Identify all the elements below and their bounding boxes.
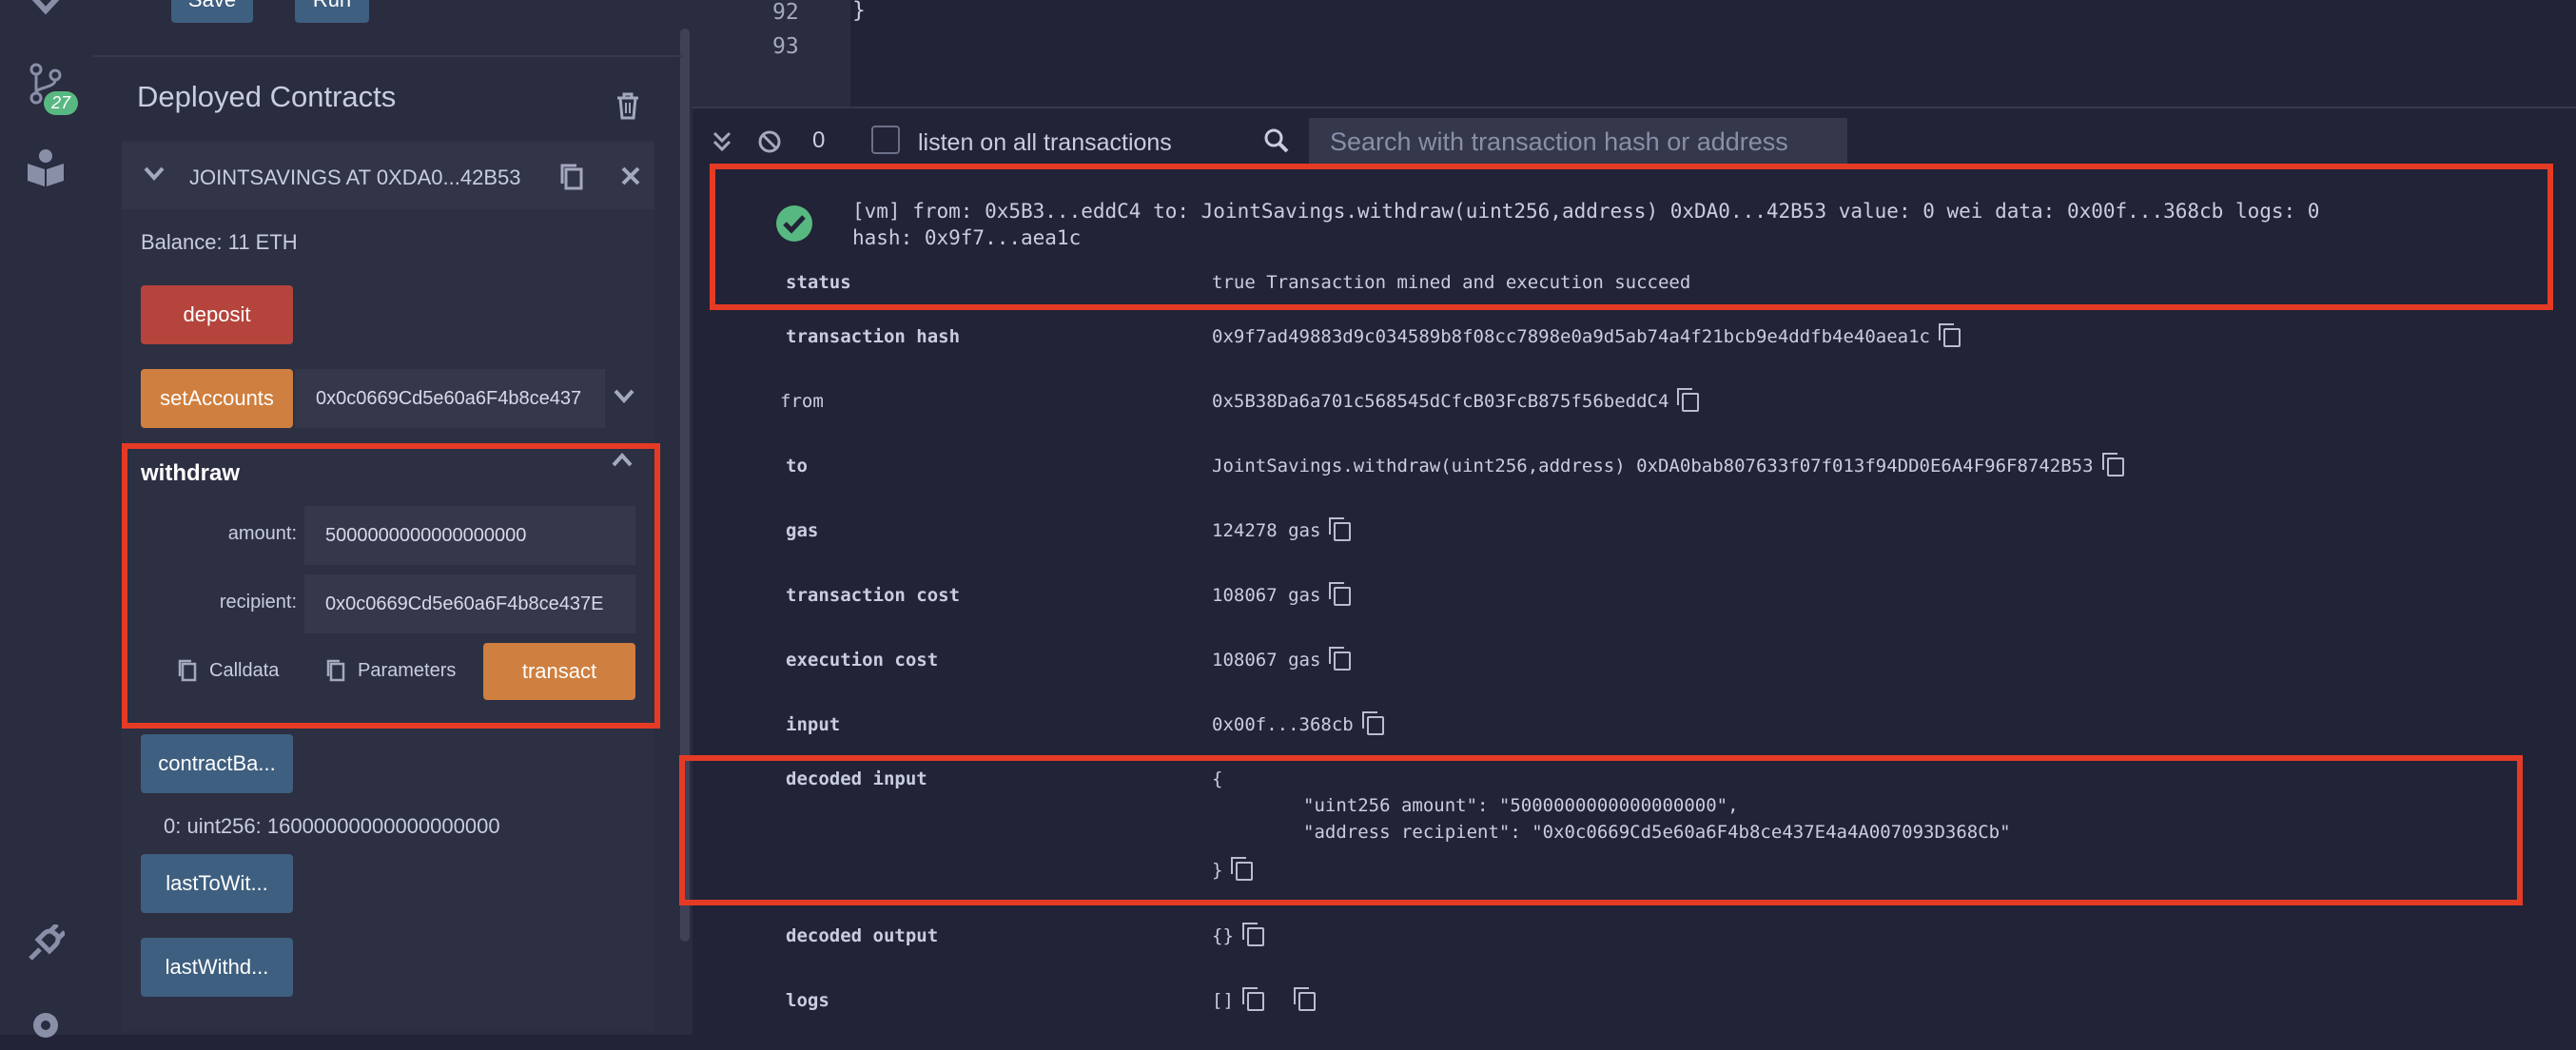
- copy-icon[interactable]: [1293, 986, 1316, 1011]
- copy-icon[interactable]: [1938, 322, 1961, 347]
- clear-console-icon[interactable]: [757, 129, 782, 159]
- run-button[interactable]: Run: [295, 0, 369, 23]
- copy-icon[interactable]: [1361, 710, 1384, 735]
- book-icon[interactable]: [21, 143, 70, 192]
- chevron-down-icon[interactable]: [21, 0, 70, 29]
- deposit-button[interactable]: deposit: [141, 285, 293, 344]
- line-number: 92: [772, 0, 799, 25]
- copy-icon[interactable]: [1329, 581, 1352, 606]
- contract-balance-button[interactable]: contractBa...: [141, 734, 293, 793]
- logs-key: logs: [786, 990, 829, 1011]
- chevron-down-icon[interactable]: [143, 164, 166, 187]
- tx-summary-highlight: [710, 164, 2553, 310]
- tx-hash-key: transaction hash: [786, 326, 961, 347]
- to-key: to: [786, 456, 808, 476]
- input-key: input: [786, 714, 841, 735]
- withdraw-highlight: [122, 443, 660, 729]
- balance-text: Balance: 11 ETH: [141, 230, 298, 254]
- input-value: 0x00f...368cb: [1212, 714, 1354, 735]
- listen-label: listen on all transactions: [918, 129, 1172, 156]
- copy-icon[interactable]: [1329, 516, 1352, 541]
- tx-search-input[interactable]: Search with transaction hash or address: [1309, 118, 1847, 165]
- line-gutter: [693, 0, 850, 107]
- code-brace: }: [852, 0, 866, 23]
- contract-balance-result: 0: uint256: 16000000000000000000: [164, 814, 500, 838]
- tx-cost-value: 108067 gas: [1212, 585, 1321, 606]
- tx-cost-key: transaction cost: [786, 585, 961, 606]
- copy-icon[interactable]: [1241, 922, 1264, 946]
- gas-key: gas: [786, 520, 819, 541]
- exec-cost-key: execution cost: [786, 650, 939, 671]
- line-number: 93: [772, 34, 799, 59]
- settings-gear-icon[interactable]: [21, 1001, 70, 1050]
- deployed-contracts-title: Deployed Contracts: [137, 80, 397, 113]
- instance-label: JOINTSAVINGS AT 0XDA0...42B53: [189, 165, 521, 189]
- set-accounts-input[interactable]: 0x0c0669Cd5e60a6F4b8ce437: [295, 369, 605, 428]
- from-value: 0x5B38Da6a701c568545dCfcB03FcB875f56bedd…: [1212, 391, 1669, 412]
- chevrons-down-icon[interactable]: [712, 129, 732, 159]
- set-accounts-button[interactable]: setAccounts: [141, 369, 293, 428]
- plug-icon[interactable]: [21, 919, 70, 968]
- last-withdraw-button[interactable]: lastWithd...: [141, 938, 293, 997]
- copy-icon[interactable]: [1241, 986, 1264, 1011]
- copy-icon[interactable]: [1677, 387, 1700, 412]
- close-icon[interactable]: [620, 165, 641, 191]
- logs-value: []: [1212, 990, 1234, 1011]
- search-icon: [1263, 127, 1290, 159]
- git-badge: 27: [44, 91, 79, 115]
- trash-icon[interactable]: [615, 91, 641, 125]
- decoded-input-highlight: [679, 755, 2523, 905]
- decoded-output-key: decoded output: [786, 925, 939, 946]
- last-to-withdraw-button[interactable]: lastToWit...: [141, 854, 293, 913]
- copy-icon[interactable]: [2101, 452, 2124, 476]
- tx-hash-value: 0x9f7ad49883d9c034589b8f08cc7898e0a9d5ab…: [1212, 326, 1930, 347]
- gas-value: 124278 gas: [1212, 520, 1321, 541]
- save-button[interactable]: Save: [171, 0, 253, 23]
- decoded-output-value: {}: [1212, 925, 1234, 946]
- copy-icon[interactable]: [1329, 646, 1352, 671]
- icon-bar: 27: [0, 0, 94, 1038]
- listen-checkbox[interactable]: [871, 126, 900, 154]
- to-value: JointSavings.withdraw(uint256,address) 0…: [1212, 456, 2094, 476]
- from-key: from: [780, 391, 824, 412]
- chevron-down-icon[interactable]: [613, 386, 635, 410]
- exec-cost-value: 108067 gas: [1212, 650, 1321, 671]
- copy-address-icon[interactable]: [559, 163, 584, 196]
- pending-count: 0: [812, 127, 826, 153]
